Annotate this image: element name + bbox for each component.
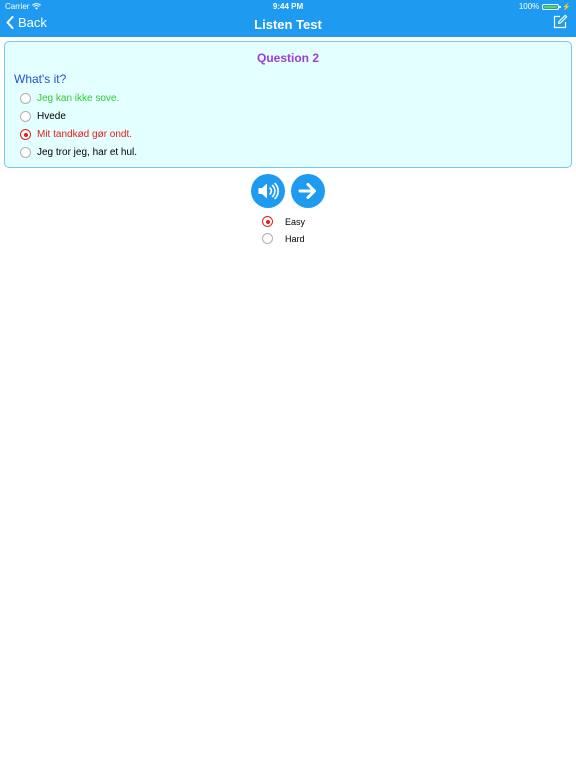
status-time: 9:44 PM — [272, 2, 304, 11]
difficulty-radio-hard[interactable] — [262, 233, 273, 244]
question-title: Question 2 — [256, 51, 319, 65]
compose-icon — [553, 14, 568, 29]
answer-label-3: Mit tandkød gør ondt. — [37, 129, 133, 140]
play-audio-button[interactable] — [251, 174, 285, 208]
edit-button[interactable] — [552, 14, 568, 35]
battery-percent: 100% — [518, 2, 540, 11]
answer-label-2: Hvede — [37, 111, 66, 122]
question-card: Question 2 What's it? Jeg kan ikke sove.… — [4, 41, 572, 168]
next-question-button[interactable] — [291, 174, 325, 208]
status-bar: Carrier 9:44 PM 100% ⚡ — [0, 0, 576, 12]
charging-bolt-icon: ⚡ — [562, 3, 571, 11]
page-title: Listen Test — [254, 17, 322, 32]
answer-radio-2[interactable] — [20, 111, 31, 122]
battery-indicator: 100% ⚡ — [519, 2, 571, 11]
difficulty-option-hard[interactable]: Hard — [262, 233, 305, 244]
arrow-right-icon — [298, 183, 316, 199]
question-prompt: What's it? — [14, 72, 67, 86]
answer-radio-1[interactable] — [20, 93, 31, 104]
answer-radio-3[interactable] — [20, 129, 31, 140]
answer-label-1: Jeg kan ikke sove. — [37, 93, 120, 104]
answer-radio-4[interactable] — [20, 147, 31, 158]
answer-option-4[interactable]: Jeg tror jeg, har et hul. — [20, 147, 137, 158]
answer-option-1[interactable]: Jeg kan ikke sove. — [20, 93, 119, 104]
speaker-icon — [258, 182, 279, 200]
answer-option-2[interactable]: Hvede — [20, 111, 66, 122]
answer-option-3[interactable]: Mit tandkød gør ondt. — [20, 129, 132, 140]
answer-label-4: Jeg tror jeg, har et hul. — [37, 147, 138, 158]
difficulty-label-hard: Hard — [285, 233, 305, 244]
navigation-bar: Back Listen Test — [0, 12, 576, 37]
difficulty-label-easy: Easy — [285, 216, 306, 227]
battery-icon — [542, 3, 562, 10]
top-bar: Carrier 9:44 PM 100% ⚡ Back Listen Test — [0, 0, 576, 37]
difficulty-option-easy[interactable]: Easy — [262, 216, 305, 227]
difficulty-radio-easy[interactable] — [262, 216, 273, 227]
